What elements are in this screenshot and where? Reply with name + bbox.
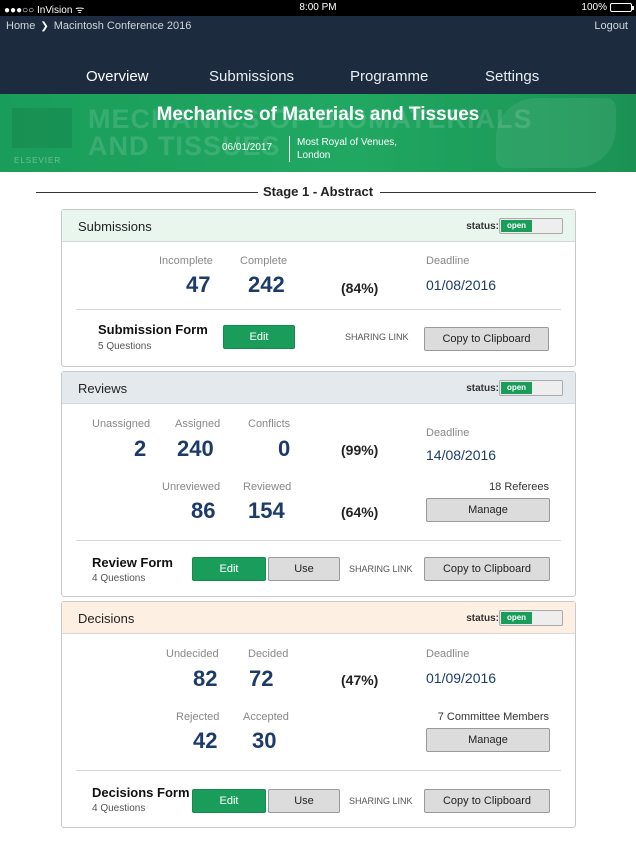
status-label: status: — [466, 383, 499, 394]
clock-label: 8:00 PM — [299, 2, 337, 13]
tab-overview[interactable]: Overview — [86, 68, 149, 85]
conference-date: 06/01/2017 — [222, 142, 273, 153]
unassigned-count: 2 — [134, 436, 147, 461]
battery-status: 100% — [581, 2, 634, 13]
edit-form-button[interactable]: Edit — [223, 325, 295, 349]
logout-link[interactable]: Logout — [594, 20, 628, 32]
conference-banner: MECHANICS OF BIOMATERIALS AND TISSUES ELS… — [0, 94, 636, 172]
decisions-panel-header: Decisions status: open — [62, 602, 575, 634]
deadline-label: Deadline — [426, 255, 470, 267]
tab-programme[interactable]: Programme — [350, 68, 428, 85]
accepted-label: Accepted — [243, 711, 289, 723]
battery-icon — [610, 3, 634, 12]
unreviewed-label: Unreviewed — [162, 481, 221, 493]
reviews-panel-header: Reviews status: open — [62, 372, 575, 404]
submissions-panel: Submissions status: open Incomplete Comp… — [61, 209, 576, 367]
reviewed-count: 154 — [248, 498, 285, 523]
conference-title: Mechanics of Materials and Tissues — [156, 104, 480, 125]
complete-percent: (84%) — [341, 280, 379, 296]
breadcrumb-home-link[interactable]: Home — [6, 20, 35, 32]
rejected-label: Rejected — [176, 711, 220, 723]
complete-label: Complete — [240, 255, 288, 267]
copy-to-clipboard-button[interactable]: Copy to Clipboard — [424, 789, 550, 813]
stage-title: Stage 1 - Abstract — [262, 184, 374, 199]
battery-percent: 100% — [581, 2, 607, 13]
conflicts-label: Conflicts — [248, 418, 291, 430]
deadline-label: Deadline — [426, 648, 470, 660]
rejected-count: 42 — [193, 728, 218, 753]
deadline-label: Deadline — [426, 427, 470, 439]
form-question-count: 4 Questions — [92, 573, 146, 584]
banner-divider — [289, 136, 290, 162]
use-form-button[interactable]: Use — [268, 557, 340, 581]
panel-divider — [76, 770, 561, 771]
form-question-count: 5 Questions — [98, 341, 152, 352]
sharing-link-label: SHARING LINK — [349, 564, 413, 574]
manage-committee-button[interactable]: Manage — [426, 728, 550, 752]
status-value: open — [501, 612, 532, 624]
status-toggle[interactable]: open — [499, 610, 563, 626]
edit-form-button[interactable]: Edit — [192, 557, 266, 581]
main-nav: Overview Submissions Programme Settings — [0, 36, 636, 98]
form-name: Review Form — [92, 555, 173, 570]
device-status-bar: ●●●○○ InVision ᯤ 8:00 PM 100% — [0, 0, 636, 16]
accepted-count: 30 — [252, 728, 277, 753]
edit-form-button[interactable]: Edit — [192, 789, 266, 813]
panel-title: Decisions — [78, 611, 135, 626]
deadline-value: 14/08/2016 — [426, 447, 497, 463]
manage-referees-button[interactable]: Manage — [426, 498, 550, 522]
reviewed-label: Reviewed — [243, 481, 292, 493]
decisions-panel: Decisions status: open Undecided Decided… — [61, 601, 576, 828]
referees-count: 18 Referees — [489, 481, 549, 493]
status-label: status: — [466, 613, 499, 624]
decided-label: Decided — [248, 648, 289, 660]
conflicts-count: 0 — [278, 436, 291, 461]
deadline-value: 01/09/2016 — [426, 670, 497, 686]
sharing-link-label: SHARING LINK — [345, 332, 409, 342]
breadcrumb: Home ❯ Macintosh Conference 2016 Logout — [0, 16, 636, 36]
reviews-panel: Reviews status: open Unassigned Assigned… — [61, 371, 576, 597]
committee-members-count: 7 Committee Members — [437, 711, 549, 723]
form-question-count: 4 Questions — [92, 803, 146, 814]
panel-divider — [76, 309, 561, 310]
submissions-panel-header: Submissions status: open — [62, 210, 575, 242]
decided-percent: (47%) — [341, 672, 379, 688]
decided-count: 72 — [249, 666, 274, 691]
conference-venue: Most Royal of Venues, London — [297, 137, 398, 161]
copy-to-clipboard-button[interactable]: Copy to Clipboard — [424, 557, 550, 581]
incomplete-label: Incomplete — [159, 255, 213, 267]
deadline-value: 01/08/2016 — [426, 277, 497, 293]
unreviewed-count: 86 — [191, 498, 216, 523]
reviewed-percent: (64%) — [341, 504, 379, 520]
status-toggle[interactable]: open — [499, 218, 563, 234]
status-value: open — [501, 220, 532, 232]
sharing-link-label: SHARING LINK — [349, 796, 413, 806]
assigned-label: Assigned — [175, 418, 221, 430]
form-name: Submission Form — [98, 322, 208, 337]
unassigned-label: Unassigned — [92, 418, 151, 430]
panel-title: Reviews — [78, 381, 128, 396]
form-name: Decisions Form — [92, 785, 190, 800]
undecided-label: Undecided — [166, 648, 219, 660]
chevron-right-icon: ❯ — [40, 20, 49, 32]
status-toggle[interactable]: open — [499, 380, 563, 396]
incomplete-count: 47 — [186, 272, 211, 297]
complete-count: 242 — [248, 272, 285, 297]
status-value: open — [501, 382, 532, 394]
panel-divider — [76, 540, 561, 541]
copy-to-clipboard-button[interactable]: Copy to Clipboard — [424, 327, 549, 351]
tab-settings[interactable]: Settings — [485, 68, 539, 85]
elsevier-logo: ELSEVIER — [14, 156, 62, 165]
breadcrumb-conference-link[interactable]: Macintosh Conference 2016 — [54, 20, 192, 32]
assigned-count: 240 — [177, 436, 214, 461]
use-form-button[interactable]: Use — [268, 789, 340, 813]
panel-title: Submissions — [78, 219, 152, 234]
tab-submissions[interactable]: Submissions — [209, 68, 294, 85]
status-label: status: — [466, 221, 499, 232]
stage-heading: Stage 1 - Abstract — [0, 184, 636, 200]
assigned-percent: (99%) — [341, 442, 379, 458]
undecided-count: 82 — [193, 666, 218, 691]
